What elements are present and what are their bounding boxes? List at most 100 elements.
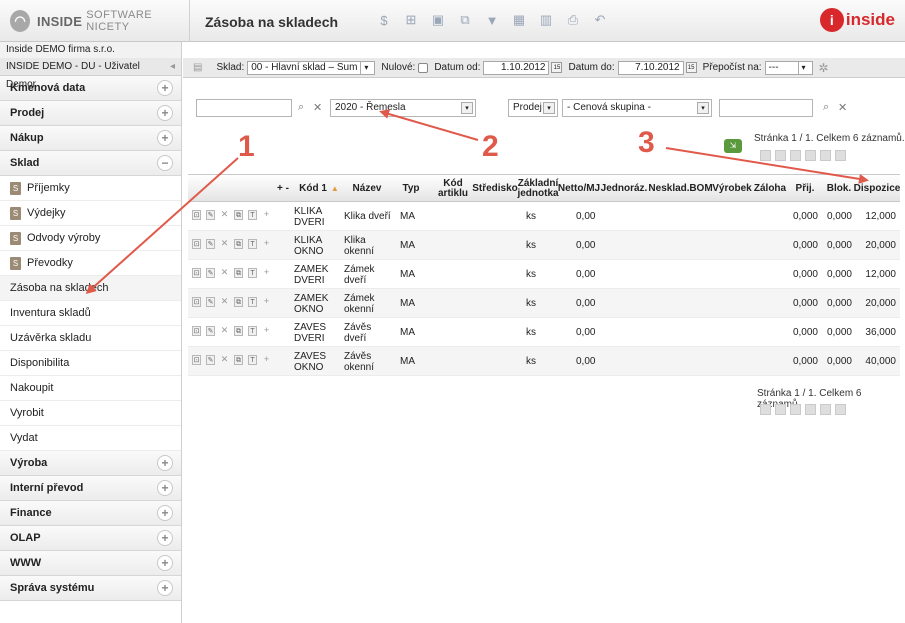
collapse-section-icon[interactable]: −: [157, 155, 173, 171]
col-jednoraz[interactable]: Jednoráz.: [600, 175, 648, 203]
user-info[interactable]: INSIDE DEMO - DU - Uživatel Demor ◂: [0, 58, 181, 90]
table-row[interactable]: ⊡ ✎ ✕ ⧉ T + KLIKA OKNO Klika okenní MA k…: [188, 231, 900, 260]
col-stredisko[interactable]: Středisko: [472, 175, 518, 203]
edit-icon[interactable]: ✎: [206, 210, 215, 220]
table-row[interactable]: ⊡ ✎ ✕ ⧉ T + ZAMEK DVERI Zámek dveří MA k…: [188, 260, 900, 289]
expand-icon[interactable]: +: [262, 355, 271, 365]
search-input[interactable]: [196, 99, 292, 117]
expand-icon[interactable]: +: [262, 297, 271, 307]
delete-icon[interactable]: ✕: [220, 268, 229, 278]
collapse-icon[interactable]: ◂: [170, 58, 175, 75]
settings-icon[interactable]: ✲: [819, 61, 829, 75]
edit-icon[interactable]: ▣: [430, 11, 446, 29]
next-page-button[interactable]: [820, 150, 831, 161]
copy-icon[interactable]: ⧉: [234, 355, 243, 365]
sidebar-item-vydejky[interactable]: S Výdejky: [0, 201, 181, 226]
expand-icon[interactable]: +: [157, 130, 173, 146]
delete-icon[interactable]: ✕: [220, 297, 229, 307]
col-nesklad[interactable]: Nesklad.: [648, 175, 690, 203]
sidebar-section-sklad[interactable]: Sklad −: [0, 151, 181, 176]
calendar-icon[interactable]: 15: [685, 62, 697, 73]
col-kod[interactable]: Kód 1 ▲: [294, 175, 344, 203]
delete-icon[interactable]: ✕: [220, 326, 229, 336]
edit-icon[interactable]: ✎: [206, 239, 215, 249]
detail-icon[interactable]: ⊡: [192, 297, 201, 307]
text-icon[interactable]: T: [248, 268, 257, 278]
edit-icon[interactable]: ✎: [206, 326, 215, 336]
page-button[interactable]: [790, 404, 801, 415]
sidebar-item-vydat[interactable]: Vydat: [0, 426, 181, 451]
edit-icon[interactable]: ✎: [206, 297, 215, 307]
text-icon[interactable]: T: [248, 355, 257, 365]
table-row[interactable]: ⊡ ✎ ✕ ⧉ T + ZAVES OKNO Závěs okenní MA k…: [188, 347, 900, 376]
next-page-button[interactable]: [820, 404, 831, 415]
expand-icon[interactable]: +: [157, 80, 173, 96]
detail-icon[interactable]: ⊡: [192, 239, 201, 249]
last-page-button[interactable]: [835, 404, 846, 415]
expand-icon[interactable]: +: [157, 455, 173, 471]
group-select[interactable]: 2020 - Řemesla ▾: [330, 99, 476, 117]
sidebar-section-prodej[interactable]: Prodej +: [0, 101, 181, 126]
refresh-icon[interactable]: $: [376, 11, 392, 29]
col-vyrobek[interactable]: Výrobek: [712, 175, 752, 203]
expand-icon[interactable]: +: [157, 555, 173, 571]
first-page-button[interactable]: [760, 150, 771, 161]
price-group-select[interactable]: - Cenová skupina - ▾: [562, 99, 712, 117]
sidebar-section-olap[interactable]: OLAP +: [0, 526, 181, 551]
calendar-icon[interactable]: 15: [551, 62, 563, 73]
edit-icon[interactable]: ✎: [206, 268, 215, 278]
col-zaloha[interactable]: Záloha: [752, 175, 788, 203]
text-icon[interactable]: T: [248, 326, 257, 336]
delete-icon[interactable]: ✕: [220, 239, 229, 249]
search-icon[interactable]: ⌕: [298, 101, 304, 114]
text-icon[interactable]: T: [248, 297, 257, 307]
text-icon[interactable]: T: [248, 210, 257, 220]
chart-icon[interactable]: ▥: [538, 11, 554, 29]
table-row[interactable]: ⊡ ✎ ✕ ⧉ T + ZAVES DVERI Závěs dveří MA k…: [188, 318, 900, 347]
expand-icon[interactable]: +: [262, 326, 271, 336]
copy-icon[interactable]: ⧉: [234, 297, 243, 307]
sidebar-item-odvody-vyroby[interactable]: S Odvody výroby: [0, 226, 181, 251]
col-kod-artiklu[interactable]: Kód artiklu: [438, 175, 468, 203]
expand-icon[interactable]: +: [262, 239, 271, 249]
detail-icon[interactable]: ⊡: [192, 210, 201, 220]
expand-icon[interactable]: +: [157, 580, 173, 596]
copy-icon[interactable]: ⧉: [234, 239, 243, 249]
sidebar-item-prijemky[interactable]: S Příjemky: [0, 176, 181, 201]
sidebar-item-vyrobit[interactable]: Vyrobit: [0, 401, 181, 426]
search-input-2[interactable]: [719, 99, 813, 117]
expand-icon[interactable]: +: [262, 210, 271, 220]
export-icon[interactable]: ⇲: [724, 139, 742, 153]
copy-icon[interactable]: ⧉: [234, 326, 243, 336]
sidebar-section-finance[interactable]: Finance +: [0, 501, 181, 526]
page-button[interactable]: [790, 150, 801, 161]
col-zakladni-jednotka[interactable]: Základní jednotka: [517, 175, 558, 203]
sidebar-section-nakup[interactable]: Nákup +: [0, 126, 181, 151]
expand-icon[interactable]: +: [157, 480, 173, 496]
sidebar-item-disponibilita[interactable]: Disponibilita: [0, 351, 181, 376]
detail-icon[interactable]: ⊡: [192, 355, 201, 365]
col-typ[interactable]: Typ: [396, 175, 426, 203]
delete-icon[interactable]: ✕: [220, 210, 229, 220]
col-blok[interactable]: Blok.: [824, 175, 854, 203]
prev-page-button[interactable]: [775, 150, 786, 161]
print-icon[interactable]: ⎙: [565, 11, 581, 29]
prepocist-select[interactable]: --- ▾: [764, 60, 813, 75]
grid-icon[interactable]: ▤: [193, 62, 202, 73]
expand-icon[interactable]: +: [262, 268, 271, 278]
copy-icon[interactable]: ⧉: [234, 268, 243, 278]
page-button[interactable]: [805, 404, 816, 415]
col-dispozice[interactable]: Dispozice: [854, 175, 901, 203]
sidebar-item-uzaverka-skladu[interactable]: Uzávěrka skladu: [0, 326, 181, 351]
export-icon[interactable]: ▦: [511, 11, 527, 29]
nulove-checkbox[interactable]: [418, 62, 429, 73]
sidebar-section-interni-prevod[interactable]: Interní převod +: [0, 476, 181, 501]
col-plusminus[interactable]: + -: [274, 175, 292, 203]
col-prij[interactable]: Přij.: [792, 175, 818, 203]
delete-icon[interactable]: ✕: [220, 355, 229, 365]
sidebar-item-prevodky[interactable]: S Převodky: [0, 251, 181, 276]
detail-icon[interactable]: ⊡: [192, 268, 201, 278]
table-row[interactable]: ⊡ ✎ ✕ ⧉ T + ZAMEK OKNO Zámek okenní MA k…: [188, 289, 900, 318]
datum-do-input[interactable]: 7.10.2012: [617, 60, 684, 75]
last-page-button[interactable]: [835, 150, 846, 161]
